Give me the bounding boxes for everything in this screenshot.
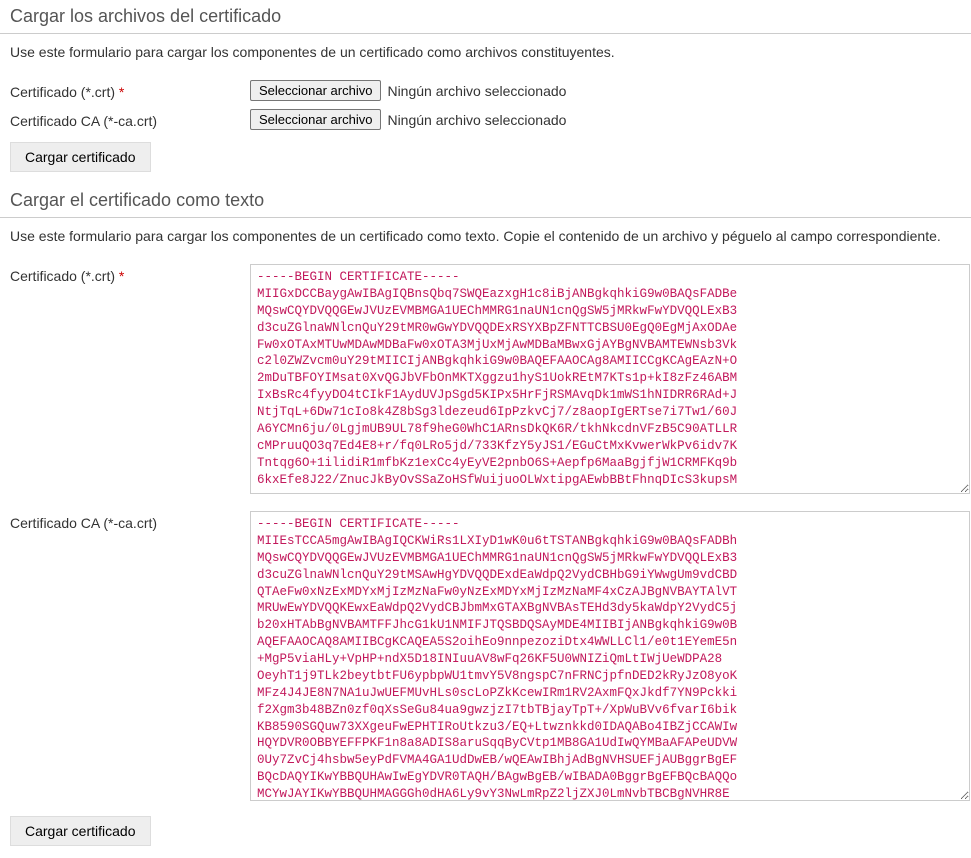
ca-text-label: Certificado CA (*-ca.crt) [10, 511, 250, 531]
cert-text-control [250, 264, 970, 497]
cert-file-select-button[interactable]: Seleccionar archivo [250, 80, 381, 101]
section-upload-text-title: Cargar el certificado como texto [0, 184, 971, 218]
ca-file-status: Ningún archivo seleccionado [387, 112, 566, 128]
cert-file-status: Ningún archivo seleccionado [387, 83, 566, 99]
ca-file-label: Certificado CA (*-ca.crt) [10, 109, 250, 129]
cert-text-label: Certificado (*.crt) * [10, 264, 250, 284]
ca-file-row: Certificado CA (*-ca.crt) Seleccionar ar… [0, 105, 971, 134]
cert-file-label-text: Certificado (*.crt) [10, 84, 115, 100]
required-mark: * [119, 268, 124, 284]
cert-text-input[interactable] [250, 264, 970, 494]
required-mark: * [119, 84, 124, 100]
cert-text-row: Certificado (*.crt) * [0, 260, 971, 501]
upload-text-submit-button[interactable]: Cargar certificado [10, 816, 151, 846]
ca-text-label-text: Certificado CA (*-ca.crt) [10, 515, 157, 531]
ca-text-input[interactable] [250, 511, 970, 801]
section-upload-files-desc: Use este formulario para cargar los comp… [0, 34, 971, 76]
section-upload-files-title: Cargar los archivos del certificado [0, 0, 971, 34]
ca-file-select-button[interactable]: Seleccionar archivo [250, 109, 381, 130]
cert-file-row: Certificado (*.crt) * Seleccionar archiv… [0, 76, 971, 105]
ca-text-control [250, 511, 970, 804]
cert-file-label: Certificado (*.crt) * [10, 80, 250, 100]
ca-file-control: Seleccionar archivo Ningún archivo selec… [250, 109, 961, 130]
cert-text-label-text: Certificado (*.crt) [10, 268, 115, 284]
ca-text-row: Certificado CA (*-ca.crt) [0, 507, 971, 808]
cert-file-control: Seleccionar archivo Ningún archivo selec… [250, 80, 961, 101]
section-upload-text-desc: Use este formulario para cargar los comp… [0, 218, 971, 260]
upload-files-submit-button[interactable]: Cargar certificado [10, 142, 151, 172]
ca-file-label-text: Certificado CA (*-ca.crt) [10, 113, 157, 129]
